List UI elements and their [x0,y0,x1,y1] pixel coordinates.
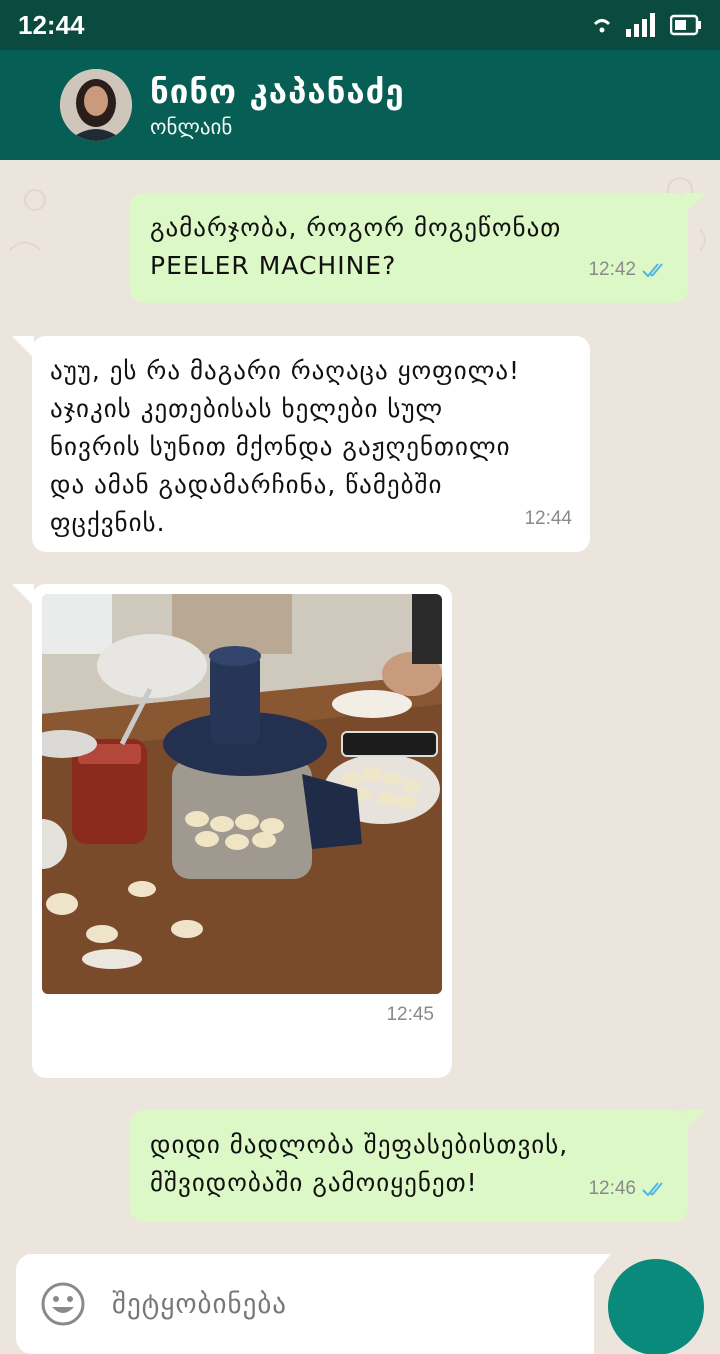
message-outgoing[interactable]: დიდი მადლობა შეფასებისთვის, მშვიდობაში გ… [130,1110,706,1222]
chat-header[interactable]: ნინო კაპანაძე ონლაინ [0,50,720,160]
bubble-tail [12,336,34,358]
message-time: 12:42 [588,259,636,280]
message-text: აუუ, ეს რა მაგარი რაღაცა ყოფილა! აჯიკის … [50,356,521,537]
send-button[interactable] [608,1259,704,1354]
message-outgoing[interactable]: გამარჯობა, როგორ მოგეწონათ PEELER MACHIN… [130,193,706,303]
status-bar: 12:44 [0,0,720,50]
bubble-tail [684,1110,706,1132]
contact-info: ნინო კაპანაძე ონლაინ [150,72,405,139]
message-meta: 12:46 [588,1170,670,1208]
message-time: 12:45 [386,1004,434,1025]
message-meta: 12:44 [524,500,572,538]
status-time: 12:44 [18,9,85,40]
message-time: 12:46 [588,1178,636,1199]
message-meta: 12:45 [386,996,434,1034]
contact-name: ნინო კაპანაძე [150,71,405,111]
bubble-tail [684,193,706,215]
message-incoming-image[interactable]: 12:45 [12,584,452,1078]
message-time: 12:44 [524,508,572,529]
chat-area[interactable]: გამარჯობა, როგორ მოგეწონათ PEELER MACHIN… [0,160,720,1354]
contact-status: ონლაინ [150,114,233,139]
battery-icon [670,14,701,36]
message-incoming[interactable]: აუუ, ეს რა მაგარი რაღაცა ყოფილა! აჯიკის … [12,336,590,552]
emoji-icon[interactable] [40,1281,86,1327]
signal-icon [626,13,655,37]
message-input-bar[interactable]: შეტყობინება [16,1254,594,1354]
status-icons [592,13,702,37]
avatar[interactable] [60,69,132,141]
message-input[interactable]: შეტყობინება [112,1289,287,1320]
wifi-icon [593,19,611,33]
double-check-icon [642,263,663,278]
double-check-icon [642,1182,663,1197]
message-meta: 12:42 [588,251,670,289]
input-bar-tail [593,1254,611,1276]
bubble-tail [12,584,34,606]
message-photo[interactable] [42,594,442,994]
